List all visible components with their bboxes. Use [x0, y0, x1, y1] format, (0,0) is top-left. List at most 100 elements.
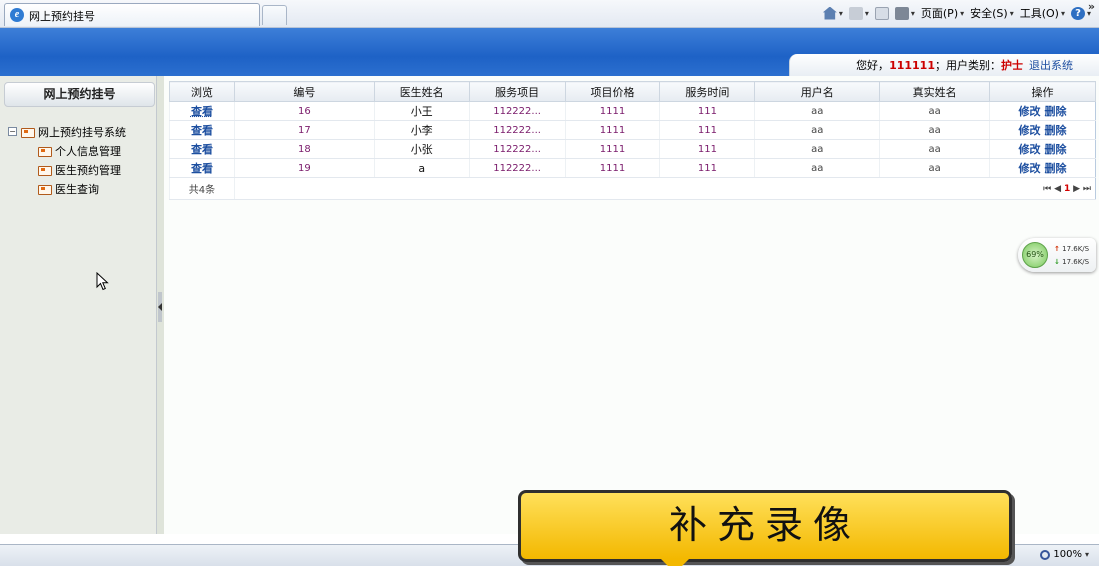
column-header: 编号: [233, 81, 375, 102]
table-footer-row: 共4条 ⏮ ◀ 1 ▶ ⏭: [169, 177, 1096, 200]
chevron-more-icon[interactable]: »: [1088, 0, 1095, 13]
delete-link[interactable]: 删除: [1045, 162, 1067, 175]
cell-real-name: aa: [879, 120, 990, 140]
sidebar-item-label: 个人信息管理: [55, 144, 121, 158]
cell-id: 19: [233, 158, 375, 178]
current-page[interactable]: 1: [1064, 184, 1070, 194]
view-link[interactable]: 查看: [169, 120, 235, 140]
feeds-button[interactable]: ▾: [848, 6, 869, 20]
user-info-bar: 您好， 111111 ；用户类别： 护士 退出系统: [789, 54, 1099, 76]
tools-menu[interactable]: 工具(O) ▾: [1020, 5, 1065, 21]
usage-percent: 69%: [1022, 242, 1048, 268]
sidebar-item-personal-info[interactable]: 个人信息管理: [8, 141, 126, 160]
table-row: 查看 17 小李 112222... 1111 111 aa aa 修改 删除: [169, 120, 1096, 140]
cell-time: 111: [659, 101, 755, 121]
folder-arrow-icon: [21, 126, 35, 138]
cell-doctor: 小张: [373, 139, 470, 159]
sidebar: 网上预约挂号 − 网上预约挂号系统 个人信息管理 医生预约管理 医生查询: [0, 76, 160, 534]
cell-price: 1111: [564, 139, 660, 159]
cell-operations: 修改 删除: [989, 139, 1096, 159]
view-link[interactable]: 查看: [169, 101, 235, 121]
sidebar-splitter[interactable]: [156, 76, 164, 534]
tree-root-label: 网上预约挂号系统: [38, 125, 126, 139]
edit-link[interactable]: 修改: [1019, 162, 1041, 175]
role-label: ；用户类别：: [935, 59, 1001, 72]
cell-user: aa: [754, 101, 880, 121]
logout-link[interactable]: 退出系统: [1029, 57, 1073, 73]
next-page-icon[interactable]: ▶: [1073, 184, 1080, 194]
new-tab-button[interactable]: [262, 5, 287, 25]
cell-service: 112222...: [468, 139, 566, 159]
folder-arrow-icon: [38, 164, 52, 176]
column-header: 真实姓名: [879, 81, 991, 102]
table-row: 查看 18 小张 112222... 1111 111 aa aa 修改 删除: [169, 139, 1096, 159]
column-header: 服务项目: [468, 81, 566, 102]
sidebar-item-doctor-search[interactable]: 医生查询: [8, 179, 126, 198]
collapse-sidebar-icon[interactable]: [158, 292, 162, 322]
home-button[interactable]: ▾: [822, 6, 843, 20]
edit-link[interactable]: 修改: [1019, 124, 1041, 137]
browser-tab[interactable]: e 网上预约挂号: [4, 3, 260, 26]
network-speed-widget[interactable]: 69% ↑ 17.6K/S ↓ 17.6K/S: [1018, 238, 1096, 272]
username: 111111: [889, 58, 935, 72]
cell-service: 112222...: [468, 101, 566, 121]
cell-operations: 修改 删除: [989, 120, 1096, 140]
cell-doctor: 小王: [373, 101, 470, 121]
table-header-row: 浏览 编号 医生姓名 服务项目 项目价格 服务时间 用户名 真实姓名 操作: [169, 81, 1096, 102]
cell-user: aa: [754, 158, 880, 178]
command-bar: ▾ ▾ ▾ 页面(P) ▾ 安全(S) ▾ 工具(O) ▾ ? ▾: [822, 4, 1091, 22]
column-header: 项目价格: [564, 81, 661, 102]
cell-time: 111: [659, 139, 755, 159]
cell-operations: 修改 删除: [989, 158, 1096, 178]
cell-real-name: aa: [879, 139, 990, 159]
prev-page-icon[interactable]: ◀: [1054, 184, 1061, 194]
user-role: 护士: [1001, 59, 1023, 72]
view-link[interactable]: 查看: [169, 139, 235, 159]
home-icon: [822, 6, 837, 20]
column-header: 浏览: [169, 81, 235, 102]
sidebar-item-label: 医生预约管理: [55, 163, 121, 177]
zoom-level: 100%: [1053, 549, 1082, 560]
cell-doctor: a: [373, 158, 470, 178]
column-header: 操作: [989, 81, 1096, 102]
first-page-icon[interactable]: ⏮: [1043, 184, 1051, 194]
print-button[interactable]: ▾: [894, 6, 915, 20]
pagination: ⏮ ◀ 1 ▶ ⏭: [233, 177, 1096, 200]
mail-icon: [874, 6, 889, 20]
cell-id: 17: [233, 120, 375, 140]
greeting-text: 您好，: [856, 59, 890, 72]
zoom-control[interactable]: 100% ▾: [1040, 549, 1089, 560]
view-link[interactable]: 查看: [169, 158, 235, 178]
page-menu[interactable]: 页面(P) ▾: [921, 5, 964, 21]
mail-button[interactable]: [874, 6, 889, 20]
mouse-cursor-icon: [96, 272, 109, 291]
nav-tree: − 网上预约挂号系统 个人信息管理 医生预约管理 医生查询: [8, 122, 126, 198]
tree-root[interactable]: − 网上预约挂号系统: [8, 122, 126, 141]
cell-price: 1111: [564, 158, 660, 178]
cell-time: 111: [659, 120, 755, 140]
cell-user: aa: [754, 120, 880, 140]
supplement-recording-banner: 补充录像: [518, 490, 1012, 566]
delete-link[interactable]: 删除: [1045, 124, 1067, 137]
sidebar-title: 网上预约挂号: [4, 82, 155, 107]
cell-id: 16: [233, 101, 375, 121]
edit-link[interactable]: 修改: [1019, 105, 1041, 118]
cell-user: aa: [754, 139, 880, 159]
sidebar-item-label: 医生查询: [55, 182, 99, 196]
edit-link[interactable]: 修改: [1019, 143, 1041, 156]
collapse-icon[interactable]: −: [8, 127, 17, 136]
cell-service: 112222...: [468, 158, 566, 178]
cell-operations: 修改 删除: [989, 101, 1096, 121]
sidebar-item-appointments[interactable]: 医生预约管理: [8, 160, 126, 179]
delete-link[interactable]: 删除: [1045, 143, 1067, 156]
cell-time: 111: [659, 158, 755, 178]
folder-arrow-icon: [38, 145, 52, 157]
rss-icon: [848, 6, 863, 20]
delete-link[interactable]: 删除: [1045, 105, 1067, 118]
cell-real-name: aa: [879, 101, 990, 121]
chevron-down-icon: ▾: [1084, 550, 1089, 559]
cell-id: 18: [233, 139, 375, 159]
download-speed: ↓ 17.6K/S: [1054, 258, 1090, 266]
safety-menu[interactable]: 安全(S) ▾: [970, 5, 1014, 21]
last-page-icon[interactable]: ⏭: [1083, 184, 1091, 194]
